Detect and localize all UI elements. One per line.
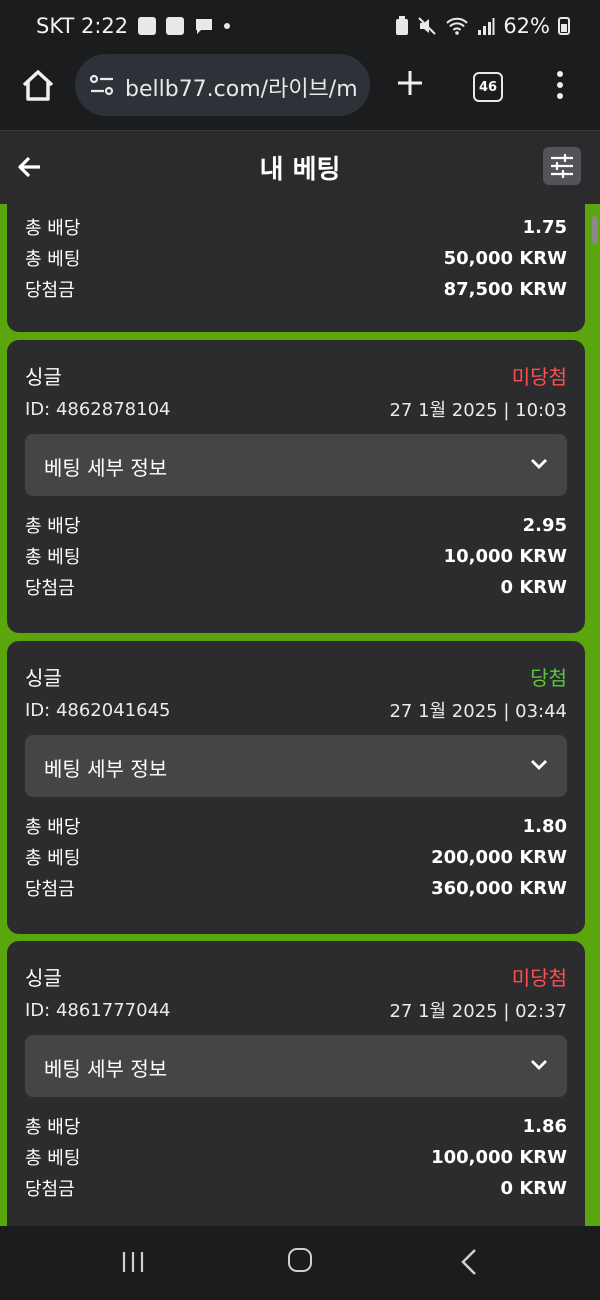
bet-card: 싱글 미당첨 ID: 4862878104 27 1월 2025 | 10:03… [7,340,585,633]
total-bet-label: 총 베팅 [25,848,81,869]
mute-icon [418,17,437,35]
winnings-label: 당첨금 [25,578,75,599]
bet-details-label: 베팅 세부 정보 [44,456,168,480]
chevron-down-icon [531,459,547,469]
total-bet-label: 총 베팅 [25,249,81,270]
bet-datetime: 27 1월 2025 | 10:03 [389,400,567,421]
app-header: 내 베팅 [0,130,600,204]
message-notification-icon [196,19,213,34]
total-odds-label: 총 배당 [25,516,81,537]
browser-toolbar: bellb77.com/라이브/m 46 [0,52,600,130]
winnings-value: 0 KRW [500,1177,567,1199]
home-icon[interactable] [18,66,58,106]
winnings-label: 당첨금 [25,1179,75,1200]
winnings-row: 당첨금 87,500 KRW [25,276,567,302]
sliders-icon [551,154,573,178]
bet-id: ID: 4862041645 [25,699,171,721]
battery-percent: 62% [503,14,550,38]
winnings-value: 360,000 KRW [431,877,567,899]
scrollbar[interactable] [592,216,598,244]
status-badge: 미당첨 [511,365,567,389]
address-bar[interactable]: bellb77.com/라이브/m [75,54,370,116]
bet-card: 총 배당 1.75 총 베팅 50,000 KRW 당첨금 87,500 KRW [7,204,585,332]
page-title: 내 베팅 [259,155,341,185]
bet-details-dropdown[interactable]: 베팅 세부 정보 [25,434,567,496]
battery-icon [558,17,570,35]
note-notification-icon [166,17,185,35]
total-odds-label: 총 배당 [25,218,81,239]
bet-type: 싱글 [25,365,62,389]
system-nav-bar [0,1226,600,1300]
carrier-time: SKT 2:22 [36,14,129,38]
total-bet-label: 총 베팅 [25,547,81,568]
total-bet-row: 총 베팅 50,000 KRW [25,245,567,271]
filter-button[interactable] [543,147,581,185]
total-bet-value: 10,000 KRW [443,545,567,567]
status-badge: 당첨 [530,666,567,690]
bet-id: ID: 4861777044 [25,999,171,1021]
bet-id: ID: 4862878104 [25,398,171,420]
chevron-down-icon [531,1060,547,1070]
bet-list[interactable]: 총 배당 1.75 총 베팅 50,000 KRW 당첨금 87,500 KRW… [0,204,600,1226]
bet-details-dropdown[interactable]: 베팅 세부 정보 [25,735,567,797]
bet-details-label: 베팅 세부 정보 [44,757,168,781]
signal-icon [478,18,495,35]
status-bar: SKT 2:22 62% [0,0,600,52]
bet-type: 싱글 [25,966,62,990]
bet-card: 싱글 당첨 ID: 4862041645 27 1월 2025 | 03:44 … [7,641,585,934]
total-odds-value: 1.75 [522,216,567,238]
new-tab-icon[interactable] [394,67,426,99]
total-odds-value: 1.86 [522,1115,567,1137]
recent-apps-icon[interactable] [121,1250,145,1274]
home-button[interactable] [288,1248,312,1272]
total-odds-value: 2.95 [522,514,567,536]
status-badge: 미당첨 [511,966,567,990]
bet-type: 싱글 [25,666,62,690]
total-odds-label: 총 배당 [25,1117,81,1138]
winnings-value: 0 KRW [500,576,567,598]
total-odds-label: 총 배당 [25,817,81,838]
battery-saver-icon [396,16,409,35]
total-bet-label: 총 베팅 [25,1148,81,1169]
winnings-value: 87,500 KRW [443,278,567,300]
bet-datetime: 27 1월 2025 | 02:37 [389,1001,567,1022]
winnings-label: 당첨금 [25,879,75,900]
total-bet-value: 200,000 KRW [431,846,567,868]
bet-details-label: 베팅 세부 정보 [44,1057,168,1081]
site-settings-icon[interactable] [89,74,115,96]
more-options-icon[interactable] [553,70,567,100]
tab-switcher-button[interactable]: 46 [473,72,503,102]
total-odds-row: 총 배당 1.75 [25,214,567,240]
wifi-icon [446,17,469,35]
total-bet-value: 100,000 KRW [431,1146,567,1168]
bet-card: 싱글 미당첨 ID: 4861777044 27 1월 2025 | 02:37… [7,941,585,1226]
total-bet-value: 50,000 KRW [443,247,567,269]
bet-datetime: 27 1월 2025 | 03:44 [389,701,567,722]
chevron-down-icon [531,760,547,770]
total-odds-value: 1.80 [522,815,567,837]
winnings-label: 당첨금 [25,280,75,301]
more-notifications-icon [224,23,231,29]
nav-back-icon[interactable] [460,1248,478,1276]
gallery-notification-icon [138,17,157,35]
url-text[interactable]: bellb77.com/라이브/m [125,71,365,103]
bet-details-dropdown[interactable]: 베팅 세부 정보 [25,1035,567,1097]
